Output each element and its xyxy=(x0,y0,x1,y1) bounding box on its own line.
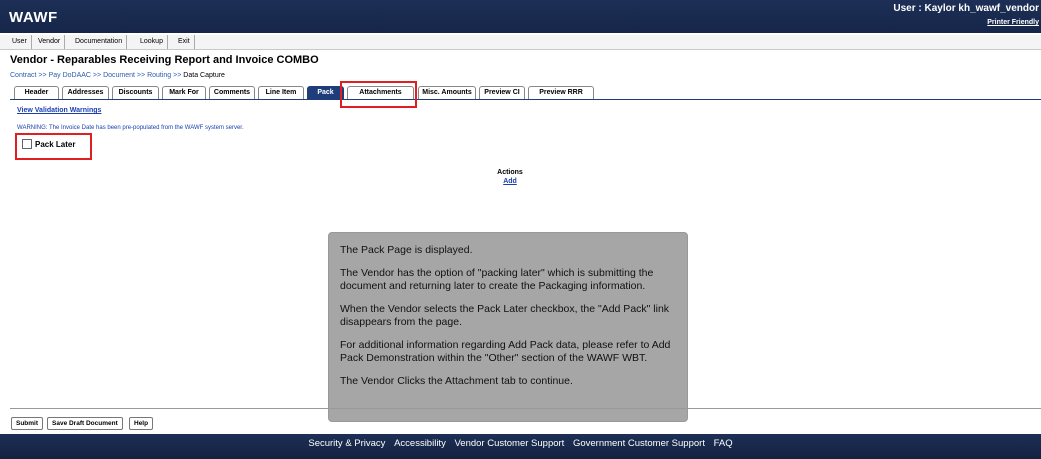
crumb-document[interactable]: Document xyxy=(103,72,135,79)
breadcrumb: Contract >> Pay DoDAAC >> Document >> Ro… xyxy=(10,72,225,79)
instruction-callout: The Pack Page is displayed. The Vendor h… xyxy=(328,232,688,422)
user-info: User : Kaylor kh_wawf_vendor xyxy=(893,3,1039,14)
pack-later-label: Pack Later xyxy=(35,139,76,149)
tab-mark-for[interactable]: Mark For xyxy=(162,86,206,99)
page-title: Vendor - Reparables Receiving Report and… xyxy=(10,54,319,66)
callout-text: When the Vendor selects the Pack Later c… xyxy=(340,303,670,328)
pack-later-option[interactable]: Pack Later xyxy=(22,139,75,149)
tab-pack[interactable]: Pack xyxy=(307,86,344,99)
footer-bar: Security & Privacy Accessibility Vendor … xyxy=(0,434,1041,459)
crumb-separator: >> xyxy=(136,72,146,79)
attachments-highlight xyxy=(340,81,417,108)
callout-text: The Vendor Clicks the Attachment tab to … xyxy=(340,375,573,387)
tab-line-item[interactable]: Line Item xyxy=(258,86,304,99)
tab-addresses[interactable]: Addresses xyxy=(62,86,109,99)
footer-faq-link[interactable]: FAQ xyxy=(714,438,733,449)
footer-security-privacy-link[interactable]: Security & Privacy xyxy=(308,438,385,449)
callout-text: The Pack Page is displayed. xyxy=(340,244,473,256)
crumb-separator: >> xyxy=(38,72,47,79)
menu-vendor[interactable]: Vendor xyxy=(34,35,66,49)
menu-user[interactable]: User xyxy=(8,35,32,49)
tab-comments[interactable]: Comments xyxy=(209,86,255,99)
menu-bar: User Vendor Documentation Lookup Exit xyxy=(0,35,1041,50)
footer-government-support-link[interactable]: Government Customer Support xyxy=(573,438,705,449)
bottom-divider xyxy=(10,408,1041,409)
tab-misc-amounts[interactable]: Misc. Amounts xyxy=(418,86,476,99)
tab-preview-rrr[interactable]: Preview RRR xyxy=(528,86,594,99)
help-button[interactable]: Help xyxy=(129,417,154,430)
view-validation-warnings-link[interactable]: View Validation Warnings xyxy=(17,107,101,114)
submit-button[interactable]: Submit xyxy=(11,417,44,430)
menu-lookup[interactable]: Lookup xyxy=(136,35,168,49)
top-header-bar: WAWF User : Kaylor kh_wawf_vendor Printe… xyxy=(0,0,1041,33)
menu-documentation[interactable]: Documentation xyxy=(71,35,128,49)
wawf-logo: WAWF xyxy=(9,9,58,26)
crumb-routing[interactable]: Routing xyxy=(147,72,171,79)
footer-accessibility-link[interactable]: Accessibility xyxy=(394,438,446,449)
footer-vendor-support-link[interactable]: Vendor Customer Support xyxy=(454,438,564,449)
callout-text: The Vendor has the option of "packing la… xyxy=(340,267,654,292)
pack-later-checkbox[interactable] xyxy=(22,139,32,149)
actions-heading: Actions xyxy=(497,169,523,176)
warning-message: WARNING: The Invoice Date has been pre-p… xyxy=(17,125,244,131)
crumb-separator: >> xyxy=(173,72,182,79)
printer-friendly-link[interactable]: Printer Friendly xyxy=(987,19,1039,26)
tab-header[interactable]: Header xyxy=(14,86,59,99)
tab-divider xyxy=(10,99,1041,100)
footer-links: Security & Privacy Accessibility Vendor … xyxy=(0,438,1041,449)
crumb-pay-dodaac[interactable]: Pay DoDAAC xyxy=(49,72,91,79)
add-pack-link[interactable]: Add xyxy=(490,178,530,185)
tab-preview-ci[interactable]: Preview CI xyxy=(479,86,525,99)
callout-text: For additional information regarding Add… xyxy=(340,339,671,364)
tab-discounts[interactable]: Discounts xyxy=(112,86,159,99)
menu-exit[interactable]: Exit xyxy=(174,35,195,49)
crumb-contract[interactable]: Contract xyxy=(10,72,36,79)
crumb-separator: >> xyxy=(92,72,102,79)
crumb-current: Data Capture xyxy=(183,72,225,79)
save-draft-button[interactable]: Save Draft Document xyxy=(47,417,123,430)
